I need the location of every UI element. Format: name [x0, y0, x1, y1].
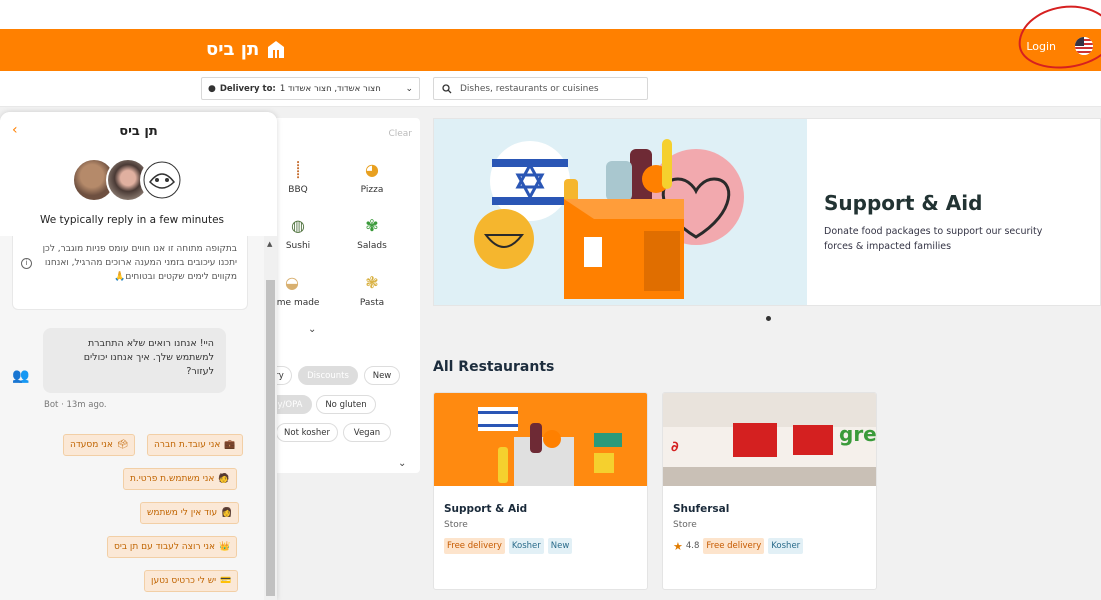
- carousel-dot[interactable]: [766, 316, 771, 321]
- restaurant-tags: Free delivery Kosher New: [444, 538, 573, 554]
- info-icon: i: [21, 258, 32, 269]
- category-panel: Clear ⸽ BBQ ◕ Pizza ◍ Sushi ✾ Salads ◒ H…: [265, 118, 420, 473]
- delivery-address-select[interactable]: ● Delivery to: חצור אשדוד, חצור אשדוד 1 …: [201, 77, 420, 100]
- quick-reply-label: עוד אין לי משתמש: [147, 508, 218, 518]
- search-placeholder: Dishes, restaurants or cuisines: [460, 83, 599, 94]
- reply-time-text: We typically reply in a few minutes: [39, 214, 225, 226]
- location-pin-icon: ●: [208, 83, 216, 94]
- category-label: Pasta: [359, 298, 385, 308]
- free-delivery-tag: Free delivery: [444, 538, 505, 554]
- dumpling-icon: ◒: [285, 273, 299, 292]
- chat-header: ‹ תן ביס We typically reply in a few min…: [0, 112, 277, 236]
- card-icon: 💳: [220, 576, 232, 586]
- category-sushi[interactable]: ◍ Sushi: [268, 216, 328, 251]
- filter-chip-no-gluten[interactable]: No gluten: [316, 395, 376, 414]
- restaurant-type: Store: [673, 520, 697, 530]
- restaurant-card-support-aid[interactable]: Support & Aid Store Free delivery Kosher…: [433, 392, 648, 590]
- category-label: Salads: [357, 241, 387, 251]
- scrollbar-thumb[interactable]: [266, 280, 275, 596]
- banner-subtitle: Donate food packages to support our secu…: [824, 226, 1043, 252]
- free-delivery-tag: Free delivery: [703, 538, 765, 554]
- quick-reply-label: אני מסעדה: [70, 440, 113, 450]
- restaurant-name: Support & Aid: [444, 503, 528, 515]
- restaurant-type: Store: [444, 520, 468, 530]
- svg-text:green: green: [839, 422, 877, 446]
- quick-reply-label: אני רוצה לעבוד עם תן ביס: [114, 542, 216, 552]
- notice-text: בתקופה מתוחה זו אנו חווים עומס פניות מוג…: [42, 244, 237, 282]
- quick-reply-restaurant[interactable]: 🗳 אני מסעדה: [63, 434, 136, 456]
- search-input[interactable]: Dishes, restaurants or cuisines: [433, 77, 648, 100]
- search-bar-row: ● Delivery to: חצור אשדוד, חצור אשדוד 1 …: [0, 71, 1101, 107]
- quick-reply-label: יש לי כרטיס נטען: [151, 576, 217, 586]
- person-icon: 🧑: [218, 474, 230, 484]
- category-salads[interactable]: ✾ Salads: [342, 216, 402, 251]
- category-label: Sushi: [285, 241, 311, 251]
- chat-messages: i בתקופה מתוחה זו אנו חווים עומס פניות מ…: [0, 236, 264, 600]
- search-icon: [442, 83, 452, 93]
- banner-illustration: [434, 119, 807, 305]
- filter-chip-discounts[interactable]: Discounts: [298, 366, 358, 385]
- bot-avatar-icon: 👥: [12, 368, 30, 384]
- quick-reply-private-user[interactable]: 🧑 אני משתמש.ת פרטי.ת: [123, 468, 237, 490]
- briefcase-icon: 💼: [224, 440, 236, 450]
- avatar: [140, 158, 184, 202]
- bot-timestamp: Bot · 13m ago.: [44, 400, 107, 410]
- kosher-tag: Kosher: [508, 538, 544, 554]
- category-bbq[interactable]: ⸽ BBQ: [268, 160, 328, 195]
- sushi-icon: ◍: [291, 216, 305, 235]
- restaurant-card-shufersal[interactable]: ∂ green Shufersal Store ★ 4.8 Free deliv…: [662, 392, 877, 590]
- filter-chip-new[interactable]: New: [364, 366, 400, 385]
- header: תן ביס Login: [0, 29, 1101, 71]
- star-icon: ★: [673, 539, 683, 553]
- banner-title: Support & Aid: [824, 191, 983, 215]
- restaurant-image: ∂ green: [663, 393, 877, 486]
- category-pasta[interactable]: ❃ Pasta: [342, 273, 402, 308]
- chevron-down-icon[interactable]: ⌄: [398, 458, 406, 469]
- pasta-icon: ❃: [365, 273, 379, 292]
- section-title: All Restaurants: [433, 359, 555, 375]
- quick-reply-no-user[interactable]: 👩 עוד אין לי משתמש: [140, 502, 240, 524]
- top-strip: [0, 0, 1101, 29]
- quick-reply-label: אני עובד.ת חברה: [154, 440, 221, 450]
- pizza-icon: ◕: [365, 160, 379, 179]
- quick-reply-company-employee[interactable]: 💼 אני עובד.ת חברה: [147, 434, 243, 456]
- kosher-tag: Kosher: [768, 538, 804, 554]
- rating: ★ 4.8: [673, 540, 699, 553]
- chat-widget: ‹ תן ביס We typically reply in a few min…: [0, 112, 277, 600]
- quick-reply-label: אני משתמש.ת פרטי.ת: [130, 474, 215, 484]
- filter-chip-not-kosher[interactable]: Not kosher: [276, 423, 338, 442]
- category-label: Pizza: [360, 185, 384, 195]
- category-label: BBQ: [288, 185, 308, 195]
- crown-icon: 👑: [219, 542, 231, 552]
- page: תן ביס Login ● Delivery to: חצור אשדוד, …: [0, 0, 1101, 600]
- quick-reply-card[interactable]: 💳 יש לי כרטיס נטען: [144, 570, 239, 592]
- register-icon: 🗳: [116, 440, 129, 450]
- salad-icon: ✾: [365, 216, 379, 235]
- agent-avatars: [72, 158, 184, 202]
- clear-button[interactable]: Clear: [388, 129, 412, 139]
- show-more-chevron-icon[interactable]: ⌄: [308, 324, 316, 335]
- notice-message: i בתקופה מתוחה זו אנו חווים עומס פניות מ…: [12, 236, 248, 310]
- delivery-label: Delivery to:: [219, 83, 276, 94]
- rating-value: 4.8: [685, 541, 700, 551]
- quick-reply-work-with[interactable]: 👑 אני רוצה לעבוד עם תן ביס: [107, 536, 238, 558]
- logo-text: תן ביס: [206, 38, 260, 60]
- restaurant-name: Shufersal: [673, 503, 730, 515]
- chevron-down-icon: ⌄: [405, 83, 413, 94]
- new-tag: New: [547, 538, 573, 554]
- category-pizza[interactable]: ◕ Pizza: [342, 160, 402, 195]
- bot-message: היי! אנחנו רואים שלא התחברת למשתמש שלך. …: [43, 328, 226, 393]
- user-icon: 👩: [221, 508, 233, 518]
- restaurant-tags: ★ 4.8 Free delivery Kosher: [673, 538, 804, 554]
- logo-icon: [268, 41, 285, 58]
- delivery-address-value: חצור אשדוד, חצור אשדוד 1: [279, 83, 381, 94]
- svg-text:∂: ∂: [671, 439, 679, 455]
- chat-title: תן ביס: [119, 124, 158, 139]
- filter-chip-vegan[interactable]: Vegan: [343, 423, 391, 442]
- skewer-icon: ⸽: [295, 160, 301, 179]
- restaurant-image: [434, 393, 647, 486]
- scroll-up-icon[interactable]: ▲: [267, 240, 272, 248]
- promo-banner[interactable]: Support & Aid Donate food packages to su…: [433, 118, 1101, 306]
- logo[interactable]: תן ביס: [206, 35, 287, 63]
